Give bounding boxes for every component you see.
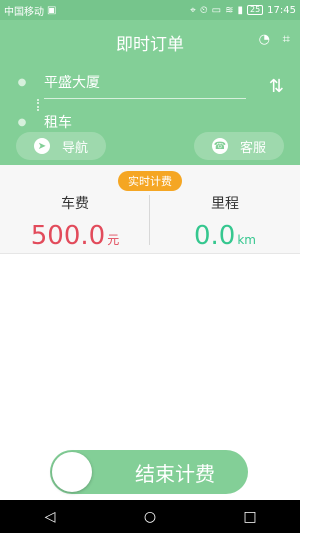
navigate-button[interactable]: ➤ 导航 (16, 132, 106, 160)
signal-icon: ▮ (237, 4, 243, 16)
status-time: 17:45 (267, 4, 296, 16)
fee-value-line: 500.0 元 (0, 221, 150, 251)
service-button[interactable]: ☎ 客服 (194, 132, 284, 160)
distance-unit: km (237, 233, 256, 247)
realtime-billing-badge: 实时计费 (118, 171, 182, 191)
route-info: ● 平盛大厦 ● 租车 (16, 65, 246, 139)
clock-icon: ⏲ (199, 4, 208, 16)
navigation-arrow-icon: ➤ (33, 138, 50, 154)
system-nav-bar: ◁ ○ □ (0, 500, 300, 533)
home-icon[interactable]: ○ (130, 509, 170, 525)
route-map-icon[interactable]: ⌗ (283, 32, 290, 47)
destination-text: 租车 (44, 115, 72, 131)
origin-pin-icon: ● (17, 76, 27, 88)
billing-panel: 实时计费 车费 500.0 元 里程 0.0 km (0, 165, 300, 254)
distance-value: 0.0 (194, 221, 236, 251)
distance-label: 里程 (211, 196, 239, 212)
phone-icon: ☎ (211, 138, 228, 154)
briefcase-icon: ▣ (47, 4, 57, 16)
end-billing-label: 结束计费 (135, 461, 215, 486)
fee-label: 车费 (61, 196, 89, 212)
navigate-label: 导航 (61, 140, 88, 156)
end-billing-slider[interactable]: 结束计费 (50, 450, 248, 494)
status-bar: 中国移动 ▣ ⌖ ⏲ ▭ ≋ ▮ 25 17:45 (0, 0, 300, 20)
location-icon: ⌖ (190, 4, 196, 16)
status-left: 中国移动 ▣ (4, 3, 56, 18)
origin-row[interactable]: ● 平盛大厦 (16, 65, 246, 99)
nfc-icon: ▭ (211, 4, 222, 16)
route-divider (44, 98, 246, 99)
fee-metric: 车费 500.0 元 (0, 193, 150, 251)
service-label: 客服 (239, 140, 266, 156)
origin-text: 平盛大厦 (44, 75, 100, 91)
chat-icon[interactable]: ◔ (259, 32, 270, 47)
status-right: ⌖ ⏲ ▭ ≋ ▮ 25 17:45 (190, 5, 296, 16)
carrier-name: 中国移动 (4, 6, 44, 18)
fee-value: 500.0 (30, 221, 106, 251)
wifi-icon: ≋ (225, 4, 234, 16)
action-buttons: ➤ 导航 ☎ 客服 (16, 132, 284, 160)
distance-value-line: 0.0 km (150, 221, 300, 251)
distance-metric: 里程 0.0 km (150, 193, 300, 251)
recents-icon[interactable]: □ (230, 509, 270, 525)
swap-route-icon[interactable]: ⇅ (269, 76, 284, 97)
page-title: 即时订单 (116, 35, 184, 55)
slider-knob[interactable] (52, 452, 92, 492)
battery-icon: 25 (246, 5, 264, 15)
back-icon[interactable]: ◁ (30, 509, 70, 525)
order-header: 即时订单 ◔ ⌗ ● 平盛大厦 ● 租车 ⇅ ➤ 导航 ☎ 客服 (0, 20, 300, 165)
fee-unit: 元 (107, 233, 120, 247)
destination-pin-icon: ● (17, 116, 27, 128)
